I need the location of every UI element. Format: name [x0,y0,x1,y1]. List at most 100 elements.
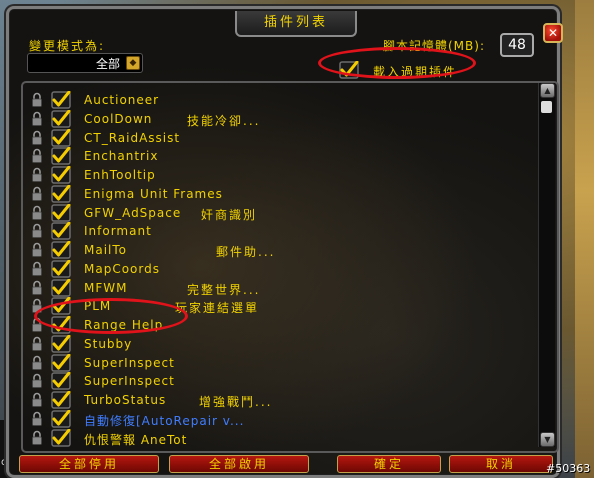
checkbox-checked-icon[interactable] [51,166,71,184]
addon-name: CoolDown [84,111,153,126]
addon-name: CT_RaidAssist [84,130,181,145]
addon-name: Auctioneer [84,93,160,107]
lock-icon [32,92,42,107]
addon-name: EnhTooltip [84,168,156,182]
lock-icon [32,392,42,407]
addon-row[interactable]: TurboStatus 增強戰鬥... [23,391,533,409]
mode-label: 變更模式為: [29,39,106,53]
lock-icon [32,430,42,445]
image-id-label: #50363 [546,462,591,475]
lock-icon [32,130,42,145]
mode-dropdown[interactable]: 全部 ◆ [27,53,143,73]
checkbox-checked-icon[interactable] [51,334,71,353]
checkbox-checked-icon[interactable] [51,91,71,109]
addon-row[interactable]: Range Help [23,316,533,334]
checkbox-checked-icon[interactable] [51,297,71,315]
close-button[interactable]: ✕ [543,23,563,43]
checkbox-checked-icon[interactable] [51,372,71,390]
checkbox-checked-icon[interactable] [51,109,71,128]
lock-icon [32,280,42,295]
addon-row[interactable]: EnhTooltip [23,166,533,184]
enable-all-button[interactable]: 全部啟用 [169,455,309,473]
scroll-down-icon[interactable]: ▼ [540,432,555,447]
dropdown-arrow-icon[interactable]: ◆ [126,56,140,70]
lock-icon [32,261,42,276]
lock-icon [32,374,42,389]
addon-name: 自動修復[AutoRepair v... [84,413,245,428]
addon-row[interactable]: MFWM 完整世界... [23,278,533,297]
checkbox-checked-icon[interactable] [339,61,359,79]
addon-description: 增強戰鬥... [199,395,273,409]
lock-icon [32,299,42,314]
addon-row[interactable]: Enigma Unit Frames [23,184,533,203]
checkbox-checked-icon[interactable] [51,259,71,278]
addon-name: MFWM [84,280,128,295]
scroll-up-icon[interactable]: ▲ [540,83,555,98]
addon-row[interactable]: MailTo 郵件助... [23,241,533,259]
addon-name: PLM [84,299,112,314]
addon-description: 玩家連結選單 [175,301,260,316]
checkbox-checked-icon[interactable] [51,203,71,222]
addon-description: 技能冷卻... [187,113,261,128]
addon-list-window: 插件列表 ✕ 變更模式為: 全部 ◆ 腳本記憶體(MB): 48 載入過期插件 … [6,6,563,478]
lock-icon [32,167,42,182]
addon-row[interactable]: SuperInspect [23,353,533,372]
addon-row[interactable]: 自動修復[AutoRepair v... [23,409,533,428]
memory-value: 48 [500,33,534,57]
checkbox-checked-icon[interactable] [51,409,71,428]
checkbox-checked-icon[interactable] [51,278,71,297]
checkbox-checked-icon[interactable] [51,353,71,372]
addon-list: Auctioneer CoolDown 技能冷卻... CT_RaidAssist En… [21,81,559,453]
addon-name: MailTo [84,243,128,257]
addon-name: Stubby [84,336,133,351]
addon-name: Enchantrix [84,149,159,164]
lock-icon [32,224,42,239]
checkbox-checked-icon[interactable] [51,391,71,409]
addon-name: GFW_AdSpace [84,205,182,220]
background-scenery [575,0,594,478]
lock-icon [32,111,42,126]
lock-icon [32,205,42,220]
scrollbar[interactable]: ▲ ▼ [538,83,555,447]
disable-all-button[interactable]: 全部停用 [19,455,159,473]
addon-row[interactable]: Auctioneer [23,91,533,109]
addon-row[interactable]: PLM 玩家連結選單 [23,297,533,315]
lock-icon [32,186,42,201]
checkbox-checked-icon[interactable] [51,316,71,334]
addon-row[interactable]: 仇恨警報 AneTot [23,428,533,447]
checkbox-checked-icon[interactable] [51,428,71,447]
lock-icon [32,149,42,164]
addon-name: SuperInspect [84,374,175,389]
addon-description: 奸商識別 [201,207,258,222]
addon-row[interactable]: MapCoords [23,259,533,278]
addon-row[interactable]: Informant [23,222,533,240]
checkbox-checked-icon[interactable] [51,128,71,147]
addon-name: 仇恨警報 AneTot [84,432,188,447]
addon-row[interactable]: SuperInspect [23,372,533,390]
addon-name: Informant [84,224,152,239]
checkbox-checked-icon[interactable] [51,147,71,165]
checkbox-checked-icon[interactable] [51,241,71,259]
addon-name: Range Help [84,318,164,332]
addon-name: TurboStatus [84,393,167,407]
addon-name: Enigma Unit Frames [84,186,223,201]
addon-description: 完整世界... [187,282,261,297]
mode-dropdown-value: 全部 [95,57,120,71]
lock-icon [32,242,42,257]
checkbox-checked-icon[interactable] [51,222,71,240]
cancel-button[interactable]: 取消 [449,455,553,473]
lock-icon [32,411,42,426]
addon-row[interactable]: Enchantrix [23,147,533,165]
addon-row[interactable]: Stubby [23,334,533,353]
addon-row[interactable]: CT_RaidAssist [23,128,533,147]
scroll-thumb[interactable] [541,101,552,113]
okay-button[interactable]: 確定 [337,455,441,473]
addon-row[interactable]: CoolDown 技能冷卻... [23,109,533,128]
addon-name: MapCoords [84,261,160,276]
addon-row[interactable]: GFW_AdSpace 奸商識別 [23,203,533,222]
checkbox-checked-icon[interactable] [51,184,71,203]
memory-label: 腳本記憶體(MB): [383,39,485,53]
game-screen: ot 插件列表 ✕ 變更模式為: 全部 ◆ 腳本記憶體(MB): 48 載入過期… [0,0,594,478]
window-title: 插件列表 [235,11,357,37]
lock-icon [32,317,42,332]
